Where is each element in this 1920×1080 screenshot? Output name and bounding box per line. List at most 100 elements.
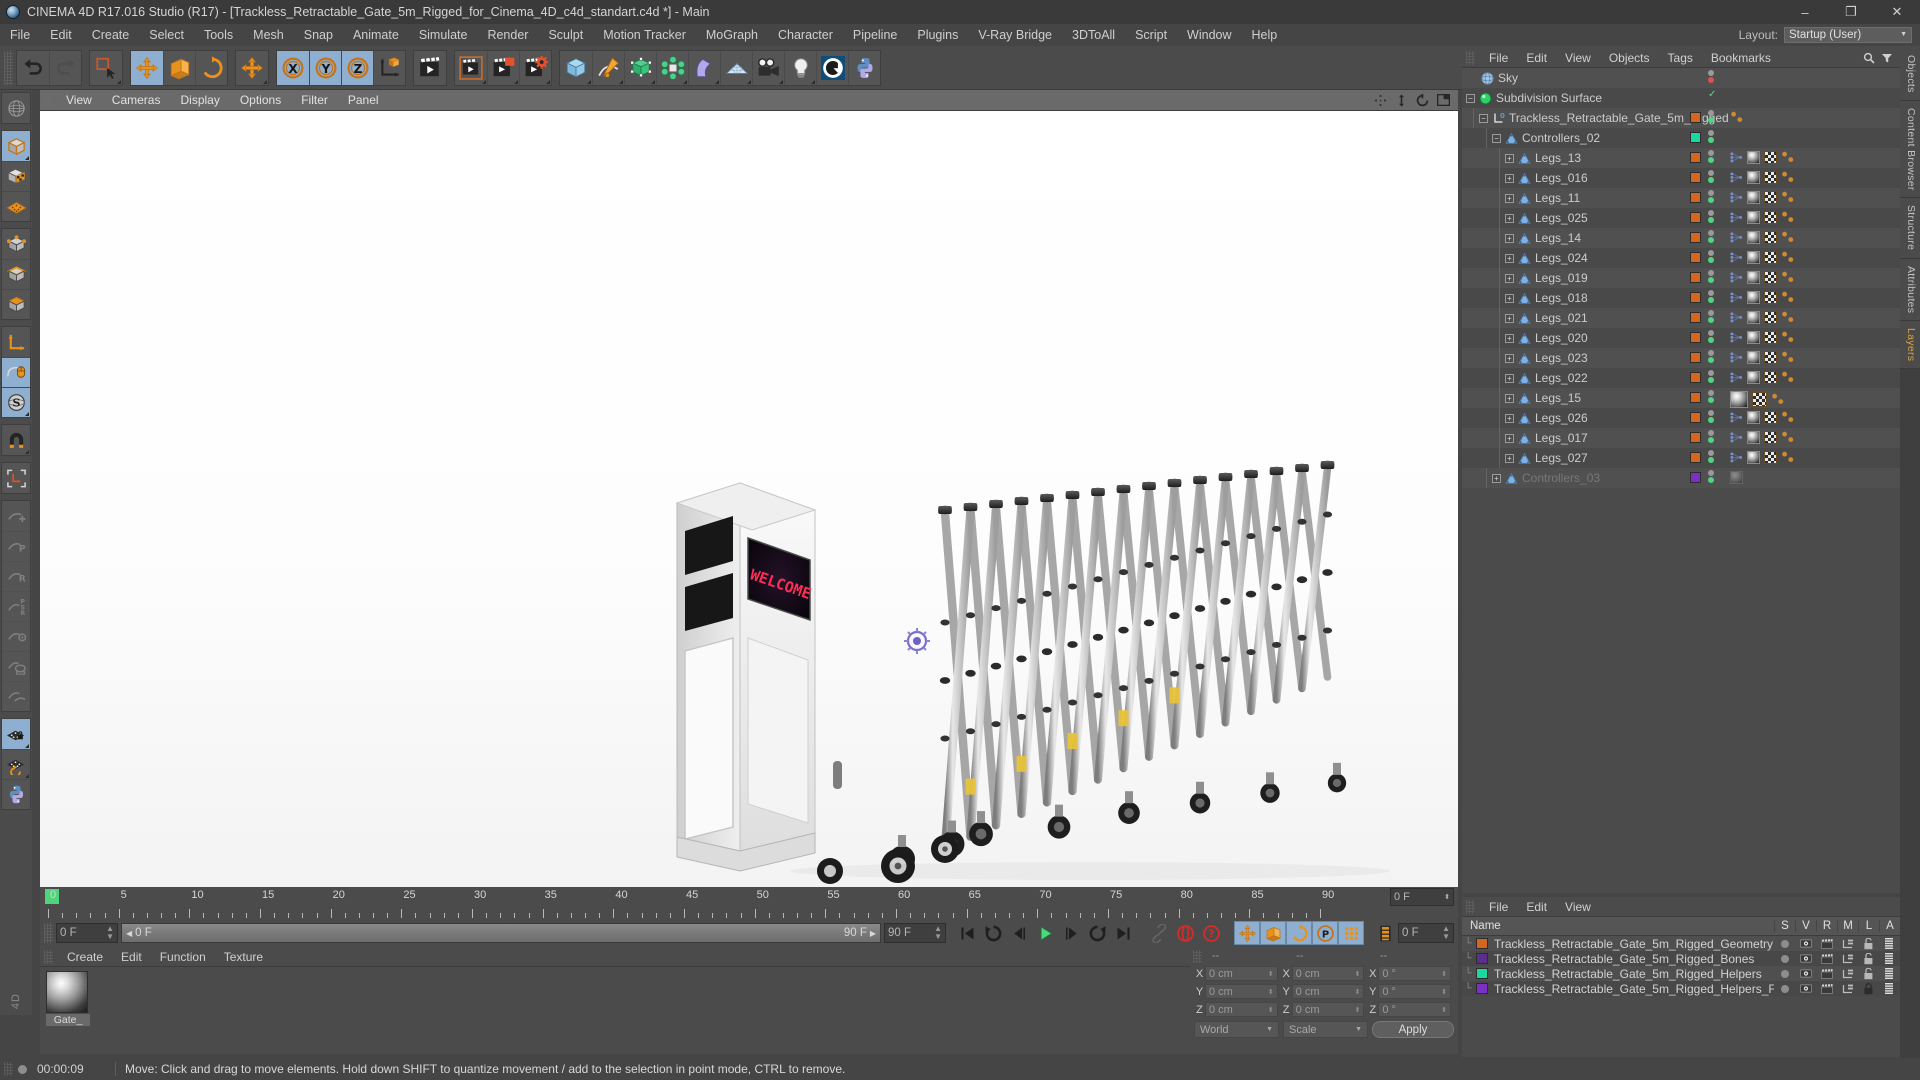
editor-visibility-dot[interactable] xyxy=(1708,70,1714,76)
dolly-icon[interactable] xyxy=(1394,93,1408,107)
constraint-tag-icon[interactable] xyxy=(1781,351,1795,364)
timeline-scrub-bar[interactable]: ◀ 0 F 90 F ▶ xyxy=(121,923,881,943)
material-menu-create[interactable]: Create xyxy=(58,947,112,967)
visibility-dots[interactable] xyxy=(1708,110,1714,123)
object-row[interactable]: + Legs_13 xyxy=(1462,148,1900,168)
material-tag-icon[interactable] xyxy=(1747,311,1760,324)
editor-visibility-dot[interactable] xyxy=(1708,270,1714,276)
visibility-dots[interactable] xyxy=(1708,210,1714,223)
constraint-tag-icon[interactable] xyxy=(1781,371,1795,384)
expand-toggle[interactable]: + xyxy=(1505,453,1514,463)
layer-row[interactable]: └ Trackless_Retractable_Gate_5m_Rigged_Ge… xyxy=(1462,936,1900,951)
texture-tag-icon[interactable] xyxy=(1764,331,1777,344)
edges-mode-button[interactable] xyxy=(2,259,30,289)
xpresso-tag-icon[interactable] xyxy=(1730,411,1743,424)
position-y-input[interactable]: 0 cm ⬍ xyxy=(1205,984,1278,999)
render-visibility-dot[interactable] xyxy=(1708,237,1714,243)
rotation-key-button[interactable]: R xyxy=(2,561,30,591)
add-spline-button[interactable] xyxy=(592,50,624,85)
layer-manager-cell[interactable] xyxy=(1837,939,1858,949)
render-visibility-dot[interactable] xyxy=(1708,157,1714,163)
texture-tag-icon[interactable] xyxy=(1764,151,1777,164)
expand-toggle[interactable]: + xyxy=(1505,293,1514,303)
object-menu-tags[interactable]: Tags xyxy=(1659,48,1702,68)
constraint-tag-icon[interactable] xyxy=(1781,291,1795,304)
object-menu-bookmarks[interactable]: Bookmarks xyxy=(1702,48,1780,68)
editor-visibility-dot[interactable] xyxy=(1708,410,1714,416)
rotate-icon[interactable] xyxy=(1415,93,1429,107)
points-mode-button[interactable] xyxy=(2,229,30,259)
texture-tag-icon[interactable] xyxy=(1764,171,1777,184)
menu-help[interactable]: Help xyxy=(1242,24,1288,46)
visibility-dots[interactable] xyxy=(1708,230,1714,243)
layer-color-swatch[interactable] xyxy=(1476,953,1488,964)
viewport-menu-filter[interactable]: Filter xyxy=(291,90,338,111)
layer-color-chip[interactable] xyxy=(1690,412,1701,423)
render-visibility-dot[interactable] xyxy=(1708,397,1714,403)
collapse-toggle[interactable]: − xyxy=(1479,113,1488,123)
menu-create[interactable]: Create xyxy=(82,24,140,46)
size-z-input[interactable]: 0 cm ⬍ xyxy=(1291,1002,1365,1017)
layer-color-chip[interactable] xyxy=(1690,472,1701,483)
texture-tag-icon[interactable] xyxy=(1764,411,1777,424)
editor-visibility-dot[interactable] xyxy=(1708,210,1714,216)
side-tab-layers[interactable]: Layers xyxy=(1900,321,1920,370)
record-active-objects-button[interactable] xyxy=(1172,921,1198,945)
constraint-tag-icon[interactable] xyxy=(1781,271,1795,284)
texture-tag-icon[interactable] xyxy=(1764,351,1777,364)
spinner-icon[interactable]: ▲ ▼ xyxy=(106,925,114,941)
layer-animation-cell[interactable] xyxy=(1879,967,1900,980)
move-alt-button[interactable] xyxy=(236,50,268,85)
object-row[interactable]: + Legs_027 xyxy=(1462,448,1900,468)
layer-solo-cell[interactable] xyxy=(1774,954,1795,963)
layer-lock-cell[interactable] xyxy=(1858,937,1879,950)
spinner-icon[interactable]: ⬍ xyxy=(1354,1006,1360,1014)
add-deformer-button[interactable] xyxy=(688,50,720,85)
render-visibility-dot[interactable] xyxy=(1708,217,1714,223)
visibility-dots[interactable] xyxy=(1708,410,1714,423)
object-row[interactable]: + Legs_019 xyxy=(1462,268,1900,288)
material-tag-icon[interactable] xyxy=(1747,351,1760,364)
xpresso-tag-icon[interactable] xyxy=(1730,251,1743,264)
layer-visible-cell[interactable] xyxy=(1795,984,1816,993)
constraint-tag-icon[interactable] xyxy=(1730,111,1744,124)
layer-manager-grip[interactable] xyxy=(1466,899,1475,914)
object-row[interactable]: + Legs_022 xyxy=(1462,368,1900,388)
object-row[interactable]: + Legs_021 xyxy=(1462,308,1900,328)
render-visibility-dot[interactable] xyxy=(1708,457,1714,463)
toolbar-grip[interactable] xyxy=(4,50,13,85)
python-left-button[interactable] xyxy=(2,779,30,809)
material-tag-icon[interactable] xyxy=(1730,391,1748,408)
axis-y-button[interactable]: Y xyxy=(309,50,341,85)
step-forward-button[interactable] xyxy=(1058,921,1084,945)
viewport-menu-panel[interactable]: Panel xyxy=(338,90,389,111)
polygons-mode-button[interactable] xyxy=(2,289,30,319)
object-menu-objects[interactable]: Objects xyxy=(1600,48,1659,68)
viewport-menu-display[interactable]: Display xyxy=(170,90,229,111)
visibility-dots[interactable] xyxy=(1708,330,1714,343)
layer-color-swatch[interactable] xyxy=(1476,968,1488,979)
go-to-next-key-button[interactable] xyxy=(1084,921,1110,945)
soft-selection-button[interactable]: S xyxy=(2,387,30,417)
menu-pipeline[interactable]: Pipeline xyxy=(843,24,907,46)
render-visibility-dot[interactable] xyxy=(1708,77,1714,83)
render-visibility-dot[interactable] xyxy=(1708,297,1714,303)
texture-mode-button[interactable] xyxy=(2,161,30,191)
search-icon[interactable] xyxy=(1863,52,1875,64)
close-button[interactable]: ✕ xyxy=(1874,0,1920,24)
redo-button[interactable] xyxy=(49,50,81,85)
timeline-mode-button[interactable] xyxy=(1372,921,1398,945)
visibility-dots[interactable] xyxy=(1708,70,1714,83)
material-tag-icon[interactable] xyxy=(1747,271,1760,284)
layer-color-chip[interactable] xyxy=(1690,312,1701,323)
render-visibility-dot[interactable] xyxy=(1708,317,1714,323)
xpresso-tag-icon[interactable] xyxy=(1730,231,1743,244)
go-to-start-button[interactable] xyxy=(954,921,980,945)
timeline-end-field[interactable]: 0 F ⬍ xyxy=(1390,888,1454,906)
visibility-dots[interactable] xyxy=(1708,450,1714,463)
texture-tag-icon[interactable] xyxy=(1764,271,1777,284)
point-level-anim-button[interactable] xyxy=(2,621,30,651)
coordinate-system-select[interactable]: World ▼ xyxy=(1194,1021,1279,1038)
pan-icon[interactable] xyxy=(1373,93,1387,107)
render-picture-viewer-button[interactable] xyxy=(487,50,519,85)
